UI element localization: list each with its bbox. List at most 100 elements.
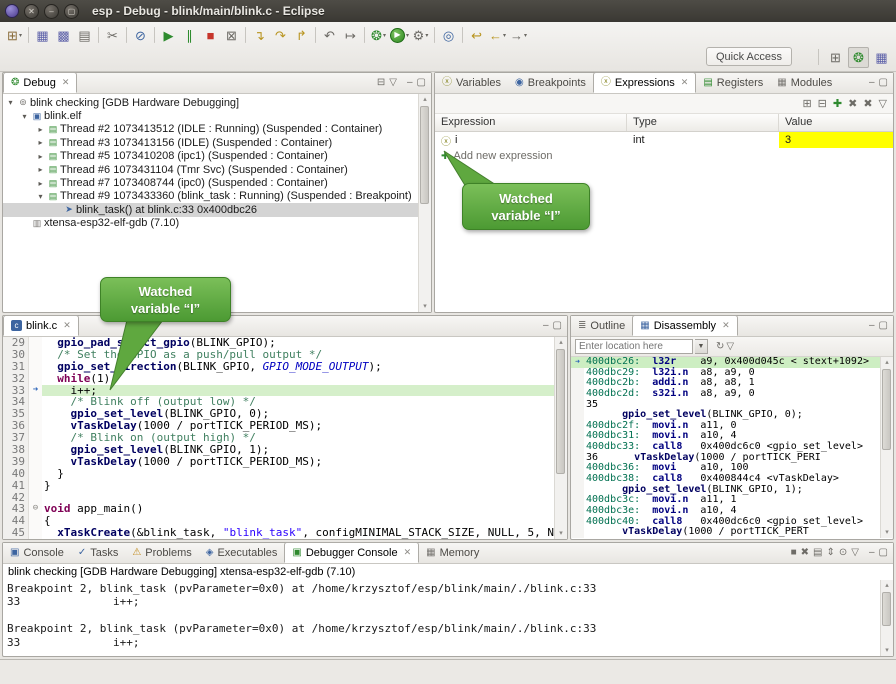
code-line[interactable]: 45 xTaskCreate(&blink_task, "blink_task"… — [3, 527, 554, 539]
view-tab[interactable]: ⓧ Expressions ✕ — [593, 72, 696, 93]
back-icon[interactable]: ←▾ — [487, 25, 508, 46]
view-tab[interactable]: ▣ Debugger Console ✕ — [284, 542, 419, 563]
maximize-icon[interactable]: ▢ — [553, 321, 562, 331]
code-line[interactable]: 41 } — [3, 480, 554, 492]
scroll-thumb[interactable] — [882, 592, 891, 626]
run-icon[interactable]: ▶▾ — [389, 25, 410, 46]
remove-launch-icon[interactable]: ✖ — [801, 548, 809, 558]
resume-icon[interactable]: ▶ — [158, 25, 179, 46]
view-tab[interactable]: ⚠ Problems — [125, 542, 198, 563]
debug-tree-row[interactable]: ▾ ▣ blink.elf — [3, 109, 431, 122]
line-number[interactable]: 30 — [3, 349, 29, 361]
debug-tree-row[interactable]: ▸ ▤ Thread #2 1073413512 (IDLE : Running… — [3, 123, 431, 136]
gutter-marker-icon[interactable] — [29, 361, 42, 373]
debug-tree-row[interactable]: ▾ ▤ Thread #9 1073433360 (blink_task : R… — [3, 190, 431, 203]
twisty-icon[interactable]: ▸ — [35, 152, 46, 161]
refresh-icon[interactable]: ↻ — [716, 342, 724, 352]
line-number[interactable]: 31 — [3, 361, 29, 373]
column-value[interactable]: Value — [779, 114, 893, 131]
debug-tree-row[interactable]: ➤ blink_task() at blink.c:33 0x400dbc26 — [3, 203, 431, 216]
maximize-icon[interactable]: ▢ — [417, 78, 426, 88]
debug-tree-row[interactable]: ▸ ▤ Thread #6 1073431104 (Tmr Svc) (Susp… — [3, 163, 431, 176]
gutter-marker-icon[interactable] — [29, 515, 42, 527]
twisty-icon[interactable]: ▾ — [19, 112, 30, 121]
view-menu-icon[interactable]: ▽ — [389, 78, 397, 88]
step-return-icon[interactable]: ↱ — [291, 25, 312, 46]
open-perspective-icon[interactable]: ⊞ — [825, 47, 846, 68]
debug-tree-row[interactable]: ▸ ▤ Thread #7 1073408744 (ipc0) (Suspend… — [3, 176, 431, 189]
window-minimize-button[interactable]: – — [44, 4, 59, 19]
code-perspective-icon[interactable]: ▦ — [871, 47, 892, 68]
view-menu-icon[interactable]: ▽ — [879, 97, 887, 110]
close-icon[interactable]: ✕ — [681, 77, 689, 88]
gutter-marker-icon[interactable] — [29, 432, 42, 444]
twisty-icon[interactable]: ▸ — [35, 138, 46, 147]
view-tab[interactable]: ▣ Console — [3, 542, 71, 563]
view-tab[interactable]: ◉ Breakpoints — [508, 72, 593, 93]
code-line[interactable]: 39 vTaskDelay(1000 / portTICK_PERIOD_MS)… — [3, 456, 554, 468]
collapse-all-icon[interactable]: ⊟ — [377, 78, 385, 88]
scroll-down-icon[interactable]: ▾ — [419, 301, 431, 312]
twisty-icon[interactable]: ▾ — [35, 192, 46, 201]
view-tab[interactable]: ▤ Registers — [696, 72, 770, 93]
disconnect-icon[interactable]: ⊠ — [221, 25, 242, 46]
window-maximize-button[interactable]: ▢ — [64, 4, 79, 19]
gutter-marker-icon[interactable] — [29, 492, 42, 504]
gutter-marker-icon[interactable]: ➜ — [29, 385, 42, 397]
gutter-marker-icon[interactable] — [29, 444, 42, 456]
scroll-up-icon[interactable]: ▴ — [881, 580, 893, 591]
gutter-marker-icon[interactable] — [29, 420, 42, 432]
close-icon[interactable]: ✕ — [63, 320, 71, 331]
print-icon[interactable]: ▤ — [74, 25, 95, 46]
debug-scrollbar[interactable]: ▴ ▾ — [418, 94, 431, 312]
disassembly-scrollbar[interactable]: ▴ ▾ — [880, 357, 893, 538]
search-icon[interactable]: ◎ — [438, 25, 459, 46]
step-into-icon[interactable]: ↴ — [249, 25, 270, 46]
debug-tree-row[interactable]: ▸ ▤ Thread #5 1073410208 (ipc1) (Suspend… — [3, 150, 431, 163]
view-tab[interactable]: ▦ Modules — [770, 72, 839, 93]
minimize-icon[interactable]: – — [543, 321, 549, 331]
debug-icon[interactable]: ❂▾ — [368, 25, 389, 46]
debug-tree-row[interactable]: ▾ ⊚ blink checking [GDB Hardware Debuggi… — [3, 96, 431, 109]
view-tab[interactable]: ◈ Executables — [199, 542, 285, 563]
scroll-up-icon[interactable]: ▴ — [419, 94, 431, 105]
debug-perspective-icon[interactable]: ❂ — [848, 47, 869, 68]
scroll-down-icon[interactable]: ▾ — [555, 528, 567, 539]
scroll-up-icon[interactable]: ▴ — [881, 357, 893, 368]
console-scrollbar[interactable]: ▴ ▾ — [880, 580, 893, 656]
gutter-marker-icon[interactable] — [29, 337, 42, 349]
disassembly-line[interactable]: 400dbc2d: s32i.n a8, a9, 0 — [571, 389, 880, 400]
gutter-marker-icon[interactable] — [29, 527, 42, 539]
line-number[interactable]: 45 — [3, 527, 29, 539]
drop-to-frame-icon[interactable]: ↶ — [319, 25, 340, 46]
remove-all-expressions-icon[interactable]: ✖ — [863, 97, 872, 110]
editor-scrollbar[interactable]: ▴ ▾ — [554, 337, 567, 539]
debug-tree-row[interactable]: ▸ ▤ Thread #3 1073413156 (IDLE) (Suspend… — [3, 136, 431, 149]
layout-icon[interactable]: ⊞ — [802, 97, 811, 110]
tab-debug[interactable]: ❂ Debug ✕ — [3, 72, 77, 93]
suspend-icon[interactable]: ∥ — [179, 25, 200, 46]
scroll-down-icon[interactable]: ▾ — [881, 527, 893, 538]
view-menu-icon[interactable]: ▽ — [726, 342, 734, 352]
scissors-icon[interactable]: ✂ — [102, 25, 123, 46]
last-edit-location-icon[interactable]: ↩ — [466, 25, 487, 46]
console-output[interactable]: Breakpoint 2, blink_task (pvParameter=0x… — [3, 580, 880, 651]
view-tab[interactable]: ▦ Memory — [419, 542, 486, 563]
expression-value[interactable]: 3 — [779, 132, 893, 148]
disassembly-body[interactable]: ➜ 400dbc26: l32r a9, 0x400d045c < stext+… — [571, 357, 880, 538]
view-tab[interactable]: ≣ Outline — [571, 315, 632, 336]
close-icon[interactable]: ✕ — [404, 547, 412, 558]
save-all-icon[interactable]: ▩ — [53, 25, 74, 46]
gutter-marker-icon[interactable] — [29, 349, 42, 361]
minimize-icon[interactable]: – — [869, 548, 875, 558]
pin-console-icon[interactable]: ⊙ — [839, 548, 847, 558]
close-icon[interactable]: ✕ — [722, 320, 730, 331]
twisty-icon[interactable]: ▾ — [5, 98, 16, 107]
twisty-icon[interactable]: ▸ — [35, 165, 46, 174]
minimize-icon[interactable]: – — [407, 78, 413, 88]
add-expression-row[interactable]: ✚ Add new expression — [435, 148, 893, 164]
add-expression-icon[interactable]: ✚ — [833, 97, 842, 110]
scroll-thumb[interactable] — [882, 369, 891, 450]
minimize-icon[interactable]: – — [869, 78, 875, 88]
view-tab[interactable]: ▦ Disassembly ✕ — [632, 315, 737, 336]
